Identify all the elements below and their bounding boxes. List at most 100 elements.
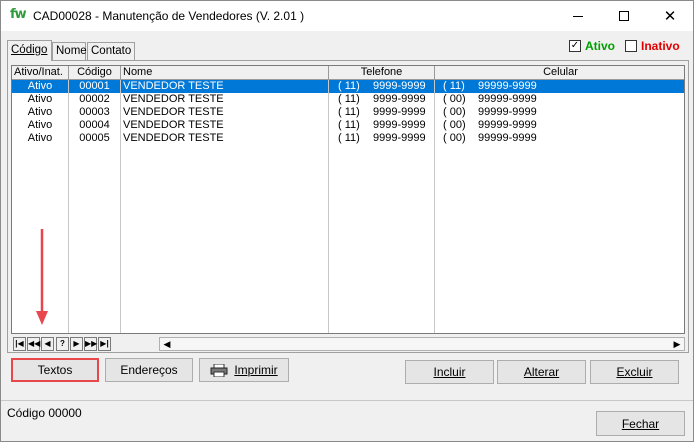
textos-label: Textos <box>37 363 73 377</box>
cell-tel: 9999-9999 <box>373 80 426 92</box>
col-celular[interactable]: Celular <box>435 66 684 80</box>
nav-last-button[interactable]: ▶| <box>98 337 111 351</box>
vendedores-grid[interactable]: Ativo/Inat. Código Nome Telefone Celular… <box>11 65 685 334</box>
col-codigo[interactable]: Código <box>69 66 121 80</box>
cell-cel-ddd: ( 00) <box>443 106 466 118</box>
cell-cel: 99999-9999 <box>478 106 537 118</box>
record-navigator: |◀ ◀◀ ◀? ▶ ▶▶ ▶| ◀ ▶ <box>11 337 685 351</box>
tab-codigo-label: Código <box>11 44 48 56</box>
scroll-left-icon[interactable]: ◀ <box>160 338 174 350</box>
incluir-label: Incluir <box>433 365 466 379</box>
checkbox-unchecked-icon <box>625 40 637 52</box>
grid-divider <box>120 80 121 333</box>
printer-icon <box>210 363 228 377</box>
codigo-status: Código 00000 <box>7 406 82 420</box>
cell-tel: 9999-9999 <box>373 132 426 144</box>
table-row[interactable]: Ativo 00003 VENDEDOR TESTE ( 11) 9999-9999 ( … <box>12 106 684 119</box>
cell-nome: VENDEDOR TESTE <box>123 80 224 92</box>
cell-cel-ddd: ( 00) <box>443 93 466 105</box>
arrow-down-icon <box>36 229 48 325</box>
cell-cel: 99999-9999 <box>478 93 537 105</box>
fw-logo-icon: fw <box>10 7 27 22</box>
enderecos-button[interactable]: Endereços <box>105 358 193 382</box>
incluir-button[interactable]: Incluir <box>405 360 494 384</box>
maximize-button[interactable] <box>601 1 647 31</box>
tab-codigo[interactable]: Código <box>7 40 52 61</box>
imprimir-label: Imprimir <box>234 363 278 377</box>
nav-next-button[interactable]: ▶ <box>70 337 83 351</box>
nav-next-page-button[interactable]: ▶▶ <box>84 337 97 351</box>
filter-ativo-label: Ativo <box>585 39 615 53</box>
alterar-button[interactable]: Alterar <box>497 360 586 384</box>
filter-ativo-checkbox[interactable]: ✓ Ativo <box>569 38 615 54</box>
cell-cel: 99999-9999 <box>478 132 537 144</box>
maximize-icon <box>619 11 629 21</box>
col-ativo-inat[interactable]: Ativo/Inat. <box>12 66 69 80</box>
nav-prev-page-button[interactable]: ◀◀ <box>27 337 40 351</box>
horizontal-scrollbar[interactable]: ◀ ▶ <box>159 337 685 351</box>
scroll-right-icon[interactable]: ▶ <box>670 338 684 350</box>
cell-nome: VENDEDOR TESTE <box>123 119 224 131</box>
nav-first-button[interactable]: |◀ <box>13 337 26 351</box>
filter-inativo-checkbox[interactable]: Inativo <box>625 38 680 54</box>
imprimir-button[interactable]: Imprimir <box>199 358 289 382</box>
tab-contato[interactable]: Contato <box>87 42 135 60</box>
cell-cel: 99999-9999 <box>478 119 537 131</box>
minimize-button[interactable] <box>555 1 601 31</box>
cell-tel-ddd: ( 11) <box>338 119 360 131</box>
table-row[interactable]: Ativo 00004 VENDEDOR TESTE ( 11) 9999-9999 ( … <box>12 119 684 132</box>
cell-tel-ddd: ( 11) <box>338 93 360 105</box>
grid-divider <box>328 80 329 333</box>
cell-cel-ddd: ( 00) <box>443 119 466 131</box>
cell-status: Ativo <box>27 132 53 144</box>
alterar-label: Alterar <box>523 365 560 379</box>
cell-status: Ativo <box>27 119 53 131</box>
title-bar[interactable]: fw CAD00028 - Manutenção de Vendedores (… <box>1 1 693 31</box>
enderecos-label: Endereços <box>120 363 178 377</box>
close-button[interactable]: ✕ <box>647 1 693 31</box>
excluir-label: Excluir <box>616 365 653 379</box>
fechar-button[interactable]: Fechar <box>596 411 685 436</box>
tab-nome-label: Nome <box>56 45 87 57</box>
minimize-icon <box>573 15 583 17</box>
cell-tel: 9999-9999 <box>373 106 426 118</box>
cell-nome: VENDEDOR TESTE <box>123 106 224 118</box>
col-telefone[interactable]: Telefone <box>329 66 435 80</box>
checkbox-checked-icon: ✓ <box>569 40 581 52</box>
window-title: CAD00028 - Manutenção de Vendedores (V. … <box>33 9 305 23</box>
textos-button[interactable]: Textos <box>11 358 99 382</box>
grid-divider <box>68 80 69 333</box>
grid-divider <box>434 80 435 333</box>
cell-nome: VENDEDOR TESTE <box>123 132 224 144</box>
filter-inativo-label: Inativo <box>641 39 680 53</box>
cell-cel-ddd: ( 00) <box>443 132 466 144</box>
status-divider <box>1 400 693 401</box>
cell-tel: 9999-9999 <box>373 93 426 105</box>
cell-status: Ativo <box>27 80 53 92</box>
cell-cel-ddd: ( 11) <box>443 80 465 92</box>
table-row[interactable]: Ativo 00005 VENDEDOR TESTE ( 11) 9999-9999 ( … <box>12 132 684 145</box>
cell-tel: 9999-9999 <box>373 119 426 131</box>
nav-search-button[interactable]: ? <box>56 337 69 351</box>
cell-tel-ddd: ( 11) <box>338 132 360 144</box>
cell-tel-ddd: ( 11) <box>338 106 360 118</box>
cell-nome: VENDEDOR TESTE <box>123 93 224 105</box>
cell-codigo: 00003 <box>79 106 110 118</box>
cell-status: Ativo <box>27 106 53 118</box>
col-nome[interactable]: Nome <box>121 66 329 80</box>
tab-contato-label: Contato <box>91 45 132 57</box>
grid-header: Ativo/Inat. Código Nome Telefone Celular <box>12 66 684 80</box>
table-row[interactable]: Ativo 00002 VENDEDOR TESTE ( 11) 9999-9999 ( … <box>12 93 684 106</box>
table-row[interactable]: Ativo 00001 VENDEDOR TESTE ( 11) 9999-9999 ( … <box>12 80 684 93</box>
nav-prev-button[interactable]: ◀ <box>41 337 54 351</box>
tab-nome[interactable]: Nome <box>52 42 87 60</box>
cell-tel-ddd: ( 11) <box>338 80 360 92</box>
excluir-button[interactable]: Excluir <box>590 360 679 384</box>
main-window: fw CAD00028 - Manutenção de Vendedores (… <box>0 0 694 442</box>
tab-panel: Ativo/Inat. Código Nome Telefone Celular… <box>7 60 689 353</box>
cell-codigo: 00001 <box>79 80 110 92</box>
cell-status: Ativo <box>27 93 53 105</box>
cell-codigo: 00002 <box>79 93 110 105</box>
fechar-label: Fechar <box>621 416 660 431</box>
close-icon: ✕ <box>663 8 677 25</box>
